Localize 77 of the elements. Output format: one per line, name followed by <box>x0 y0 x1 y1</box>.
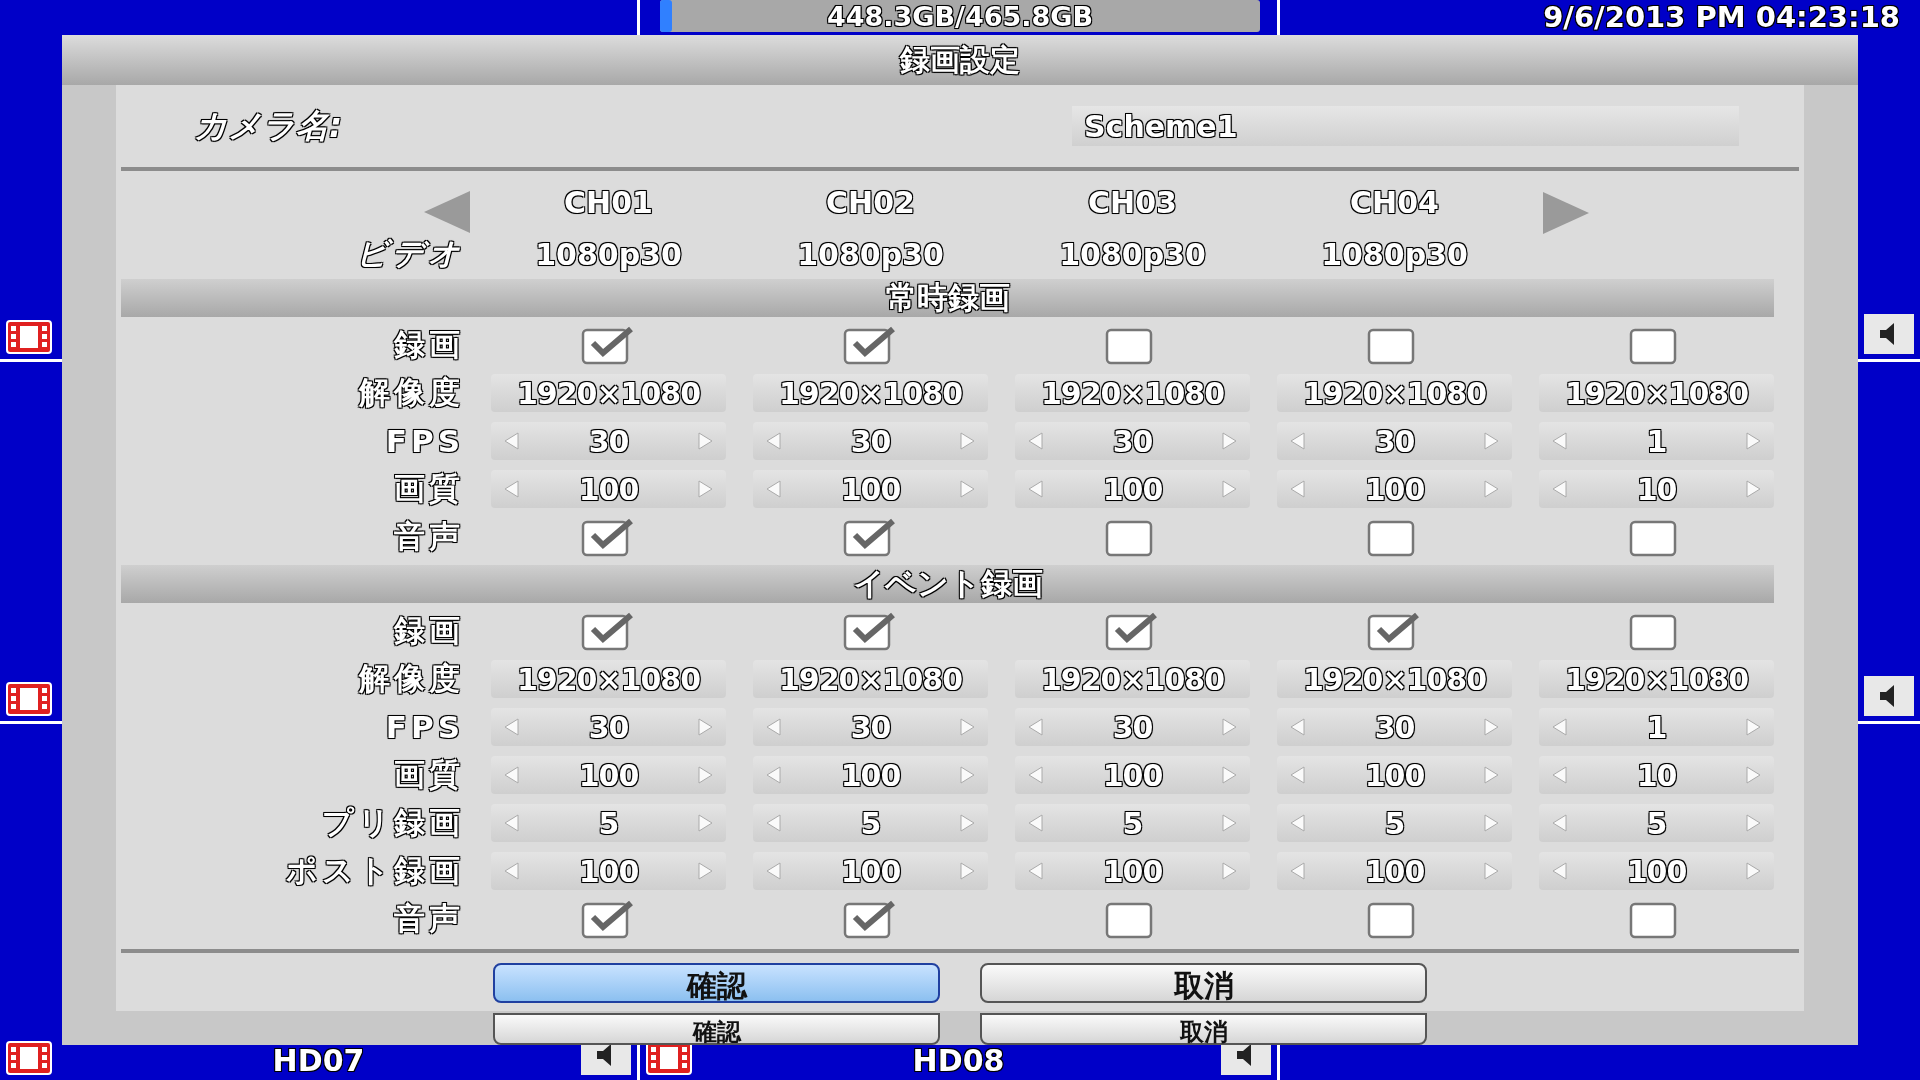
value-field[interactable]: 1920×1080 <box>1539 374 1774 412</box>
speaker-icon[interactable] <box>1864 314 1914 354</box>
spin-box[interactable]: 30 <box>1277 708 1512 746</box>
spin-box[interactable]: 100 <box>491 470 726 508</box>
spin-box[interactable]: 100 <box>753 852 988 890</box>
video-format: 1080p30 <box>1320 236 1469 272</box>
spin-box[interactable]: 30 <box>753 422 988 460</box>
spin-box[interactable]: 5 <box>1539 804 1774 842</box>
spin-box[interactable]: 100 <box>1015 852 1250 890</box>
video-format: 1080p30 <box>1058 236 1207 272</box>
spin-box[interactable]: 100 <box>1015 470 1250 508</box>
spin-box[interactable]: 10 <box>1539 470 1774 508</box>
setting-label: 解像度 <box>359 373 464 412</box>
spin-box[interactable]: 100 <box>1277 470 1512 508</box>
video-label: ビデオ <box>356 234 464 273</box>
setting-label: 音声 <box>394 899 464 938</box>
spin-box[interactable]: 100 <box>1277 756 1512 794</box>
spin-box[interactable]: 5 <box>1015 804 1250 842</box>
spin-box[interactable]: 30 <box>1015 422 1250 460</box>
value-field[interactable]: 1920×1080 <box>1277 374 1512 412</box>
video-format: 1080p30 <box>796 236 945 272</box>
confirm-button[interactable]: 確認 <box>493 963 940 1003</box>
value-field[interactable]: 1920×1080 <box>1539 660 1774 698</box>
setting-label: ポスト録画 <box>286 851 464 890</box>
value-field[interactable]: 1920×1080 <box>1015 660 1250 698</box>
spin-box[interactable]: 100 <box>753 756 988 794</box>
storage-text: 448.3GB/465.8GB <box>826 0 1094 32</box>
value-field[interactable]: 1920×1080 <box>491 374 726 412</box>
spin-box[interactable]: 1 <box>1539 708 1774 746</box>
film-icon[interactable] <box>6 320 52 354</box>
speaker-icon[interactable] <box>1864 676 1914 716</box>
date-time: 9/6/2013 PM 04:23:18 <box>1543 0 1900 34</box>
cancel-button[interactable]: 取消 <box>980 1013 1427 1045</box>
channel-name: CH01 <box>563 184 654 220</box>
video-format: 1080p30 <box>534 236 683 272</box>
setting-label: 画質 <box>394 469 464 508</box>
setting-label: プリ録画 <box>322 803 464 842</box>
dialog-title: 録画設定 <box>900 40 1020 79</box>
spin-box[interactable]: 100 <box>1277 852 1512 890</box>
setting-label: 画質 <box>394 755 464 794</box>
spin-box[interactable]: 30 <box>1015 708 1250 746</box>
channel-label: HD08 <box>912 1043 1005 1078</box>
confirm-button[interactable]: 確認 <box>493 1013 940 1045</box>
spin-box[interactable]: 30 <box>491 708 726 746</box>
spin-box[interactable]: 5 <box>491 804 726 842</box>
spin-box[interactable]: 100 <box>753 470 988 508</box>
channel-label: HD07 <box>272 1043 365 1078</box>
camera-name-label: カメラ名: <box>194 104 343 147</box>
value-field[interactable]: 1920×1080 <box>753 660 988 698</box>
setting-label: 解像度 <box>359 659 464 698</box>
value-field[interactable]: 1920×1080 <box>1277 660 1512 698</box>
channel-name: CH03 <box>1087 184 1178 220</box>
setting-label: FPS <box>385 709 464 745</box>
cancel-button[interactable]: 取消 <box>980 963 1427 1003</box>
channel-name: CH02 <box>825 184 916 220</box>
value-field[interactable]: 1920×1080 <box>1015 374 1250 412</box>
spin-box[interactable]: 1 <box>1539 422 1774 460</box>
setting-label: 録画 <box>394 325 464 364</box>
spin-box[interactable]: 30 <box>491 422 726 460</box>
setting-label: FPS <box>385 423 464 459</box>
spin-box[interactable]: 100 <box>1539 852 1774 890</box>
channel-name: CH04 <box>1349 184 1440 220</box>
spin-box[interactable]: 100 <box>491 852 726 890</box>
spin-box[interactable]: 100 <box>491 756 726 794</box>
spin-box[interactable]: 30 <box>1277 422 1512 460</box>
setting-label: 録画 <box>394 611 464 650</box>
film-icon[interactable] <box>6 682 52 716</box>
setting-label: 音声 <box>394 517 464 556</box>
spin-box[interactable]: 5 <box>1277 804 1512 842</box>
spin-box[interactable]: 5 <box>753 804 988 842</box>
spin-box[interactable]: 10 <box>1539 756 1774 794</box>
value-field[interactable]: 1920×1080 <box>491 660 726 698</box>
film-icon[interactable] <box>6 1041 52 1075</box>
value-field[interactable]: 1920×1080 <box>753 374 988 412</box>
camera-name-field[interactable]: Scheme1 <box>1072 106 1739 146</box>
spin-box[interactable]: 100 <box>1015 756 1250 794</box>
spin-box[interactable]: 30 <box>753 708 988 746</box>
